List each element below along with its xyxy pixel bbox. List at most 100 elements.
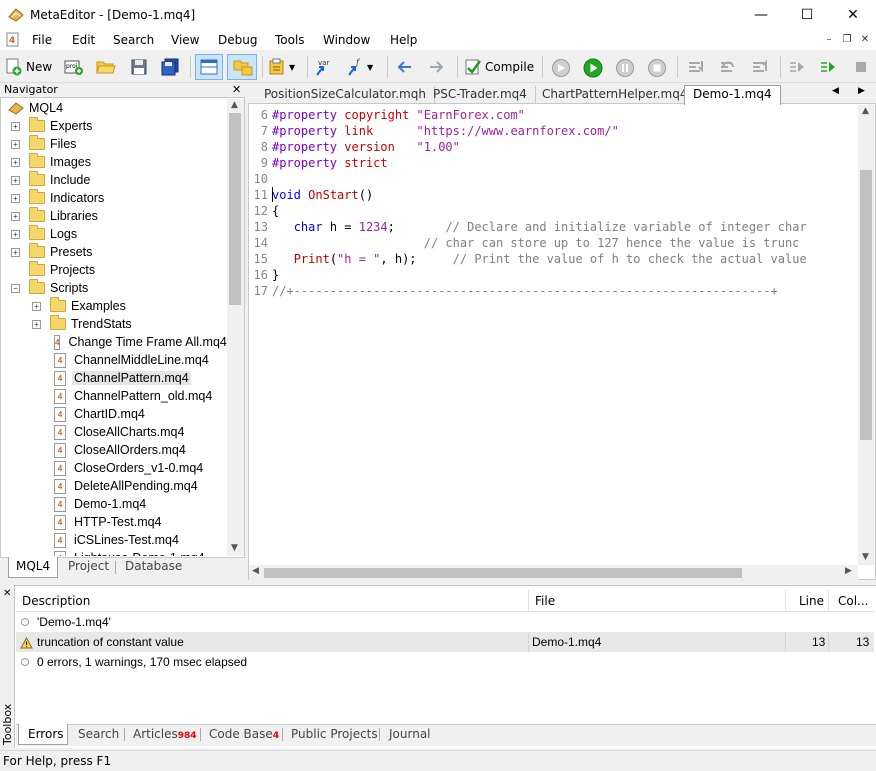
column-description[interactable]: Description — [22, 590, 90, 612]
column-line[interactable]: Line — [799, 590, 824, 612]
open-button[interactable] — [96, 54, 116, 80]
menu-file[interactable]: File — [32, 33, 52, 47]
tabs-scroll-right-icon[interactable]: ▶ — [858, 86, 865, 96]
tree-folder-examples[interactable]: + Examples — [1, 297, 227, 315]
menu-edit[interactable]: Edit — [72, 33, 95, 47]
tree-folder-experts[interactable]: + Experts — [1, 117, 227, 135]
tree-folder-projects[interactable]: Projects — [1, 261, 227, 279]
code-line[interactable]: 8 #property version "1.00" — [249, 139, 856, 155]
expand-icon[interactable]: + — [11, 157, 20, 167]
tree-file[interactable]: 4 ChannelPattern.mq4 — [1, 369, 227, 387]
expand-icon[interactable]: + — [32, 319, 41, 329]
navigator-scroll-thumb[interactable] — [229, 113, 241, 305]
tree-root-mql4[interactable]: MQL4 — [1, 99, 227, 117]
start-profiling-button[interactable] — [551, 54, 570, 80]
start-debug-button[interactable] — [583, 54, 603, 80]
tree-file[interactable]: 4 CloseAllCharts.mq4 — [1, 423, 227, 441]
tab-code-base[interactable]: Code Base4 — [209, 727, 279, 741]
chevron-down-icon[interactable]: ▼ — [367, 63, 373, 72]
expand-icon[interactable]: + — [11, 193, 20, 203]
scroll-up-icon[interactable]: ▲ — [231, 100, 238, 110]
code-line[interactable]: 12 { — [249, 203, 856, 219]
document-icon[interactable]: 4 — [6, 32, 20, 47]
tree-folder-libraries[interactable]: + Libraries — [1, 207, 227, 225]
code-line[interactable]: 15 Print("h = ", h); // Print the value … — [249, 251, 856, 267]
scroll-down-icon[interactable]: ▼ — [231, 543, 238, 553]
tabs-scroll-left-icon[interactable]: ◀ — [832, 86, 839, 96]
scroll-up-icon[interactable]: ▲ — [862, 106, 869, 116]
tree-file[interactable]: 4 Change Time Frame All.mq4 — [1, 333, 227, 351]
run-on-real-data-button[interactable] — [819, 54, 837, 80]
tree-folder-files[interactable]: + Files — [1, 135, 227, 153]
toolbox-close-icon[interactable]: ✕ — [3, 588, 11, 599]
code-line[interactable]: 17 //+-----------------------------------… — [249, 283, 856, 299]
navigator-close-icon[interactable]: ✕ — [232, 83, 241, 97]
chevron-down-icon[interactable]: ▼ — [289, 63, 295, 72]
mdi-restore-icon[interactable]: ❐ — [840, 33, 854, 47]
tree-file[interactable]: 4 DeleteAllPending.mq4 — [1, 477, 227, 495]
tree-file[interactable]: 4 iCSLines-Test.mq4 — [1, 531, 227, 549]
tree-folder-logs[interactable]: + Logs — [1, 225, 227, 243]
menu-tools[interactable]: Tools — [275, 33, 305, 47]
mdi-minimize-icon[interactable]: – — [822, 33, 836, 47]
column-file[interactable]: File — [535, 590, 555, 612]
minimize-button[interactable]: — — [738, 0, 784, 30]
column-divider[interactable] — [785, 590, 786, 612]
tab-project[interactable]: Project — [68, 559, 109, 573]
expand-icon[interactable]: + — [11, 175, 20, 185]
tab-search[interactable]: Search — [78, 727, 119, 741]
code-line[interactable]: 13 char h = 1234; // Declare and initial… — [249, 219, 856, 235]
tree-folder-trendstats[interactable]: + TrendStats — [1, 315, 227, 333]
tab-psc-trader[interactable]: PSC-Trader.mq4 — [425, 86, 536, 104]
menu-search[interactable]: Search — [113, 33, 154, 47]
step-out-button[interactable] — [750, 54, 768, 80]
scroll-left-icon[interactable]: ◀ — [252, 566, 259, 576]
scroll-right-icon[interactable]: ▶ — [845, 566, 852, 576]
step-over-button[interactable] — [718, 54, 736, 80]
back-button[interactable] — [396, 54, 414, 80]
code-line[interactable]: 11 void OnStart() — [249, 187, 856, 203]
message-row-warning[interactable]: truncation of constant value Demo-1.mq4 … — [16, 632, 874, 652]
close-button[interactable]: ✕ — [830, 0, 876, 30]
save-all-button[interactable] — [160, 54, 179, 80]
toolbox-toggle-button[interactable] — [227, 54, 257, 80]
scroll-down-icon[interactable]: ▼ — [862, 552, 869, 562]
code-line[interactable]: 10 — [249, 171, 856, 187]
menu-help[interactable]: Help — [390, 33, 417, 47]
tree-file[interactable]: 4 Lightouse-Demo-1.mq4 — [1, 549, 227, 556]
tab-chart-pattern-helper[interactable]: ChartPatternHelper.mq4 — [534, 86, 697, 104]
expand-icon[interactable]: + — [11, 121, 20, 131]
tree-folder-images[interactable]: + Images — [1, 153, 227, 171]
new-project-button[interactable]: proj — [64, 54, 83, 80]
tree-folder-indicators[interactable]: + Indicators — [1, 189, 227, 207]
collapse-icon[interactable]: − — [11, 283, 20, 293]
navigator-toggle-button[interactable] — [195, 54, 223, 80]
column-col[interactable]: Col... — [838, 590, 869, 612]
tree-file[interactable]: 4 ChannelPattern_old.mq4 — [1, 387, 227, 405]
tree-file[interactable]: 4 Demo-1.mq4 — [1, 495, 227, 513]
pause-button[interactable] — [615, 54, 634, 80]
editor-hscroll-thumb[interactable] — [264, 568, 742, 578]
stop-run-button[interactable] — [852, 54, 870, 80]
code-line[interactable]: 7 #property link "https://www.earnforex.c… — [249, 123, 856, 139]
code-line[interactable]: 9 #property strict — [249, 155, 856, 171]
expand-icon[interactable]: + — [11, 139, 20, 149]
menu-view[interactable]: View — [171, 33, 199, 47]
insert-variable-button[interactable]: var — [314, 54, 332, 80]
mdi-close-icon[interactable]: ✕ — [858, 33, 872, 47]
tree-file[interactable]: 4 CloseOrders_v1-0.mq4 — [1, 459, 227, 477]
expand-icon[interactable]: + — [11, 247, 20, 257]
tree-file[interactable]: 4 ChartID.mq4 — [1, 405, 227, 423]
forward-button[interactable] — [427, 54, 445, 80]
maximize-button[interactable]: ☐ — [784, 0, 830, 30]
tree-file[interactable]: 4 CloseAllOrders.mq4 — [1, 441, 227, 459]
tab-demo-1[interactable]: Demo-1.mq4 — [684, 85, 781, 105]
step-into-button[interactable] — [686, 54, 704, 80]
column-divider[interactable] — [528, 590, 529, 612]
compile-button[interactable]: Compile — [464, 54, 534, 80]
tree-file[interactable]: 4 ChannelMiddleLine.mq4 — [1, 351, 227, 369]
tree-file[interactable]: 4 HTTP-Test.mq4 — [1, 513, 227, 531]
editor-vscroll-thumb[interactable] — [860, 170, 872, 440]
message-row[interactable]: 'Demo-1.mq4' — [16, 612, 874, 632]
code-line[interactable]: 16} — [249, 267, 856, 283]
